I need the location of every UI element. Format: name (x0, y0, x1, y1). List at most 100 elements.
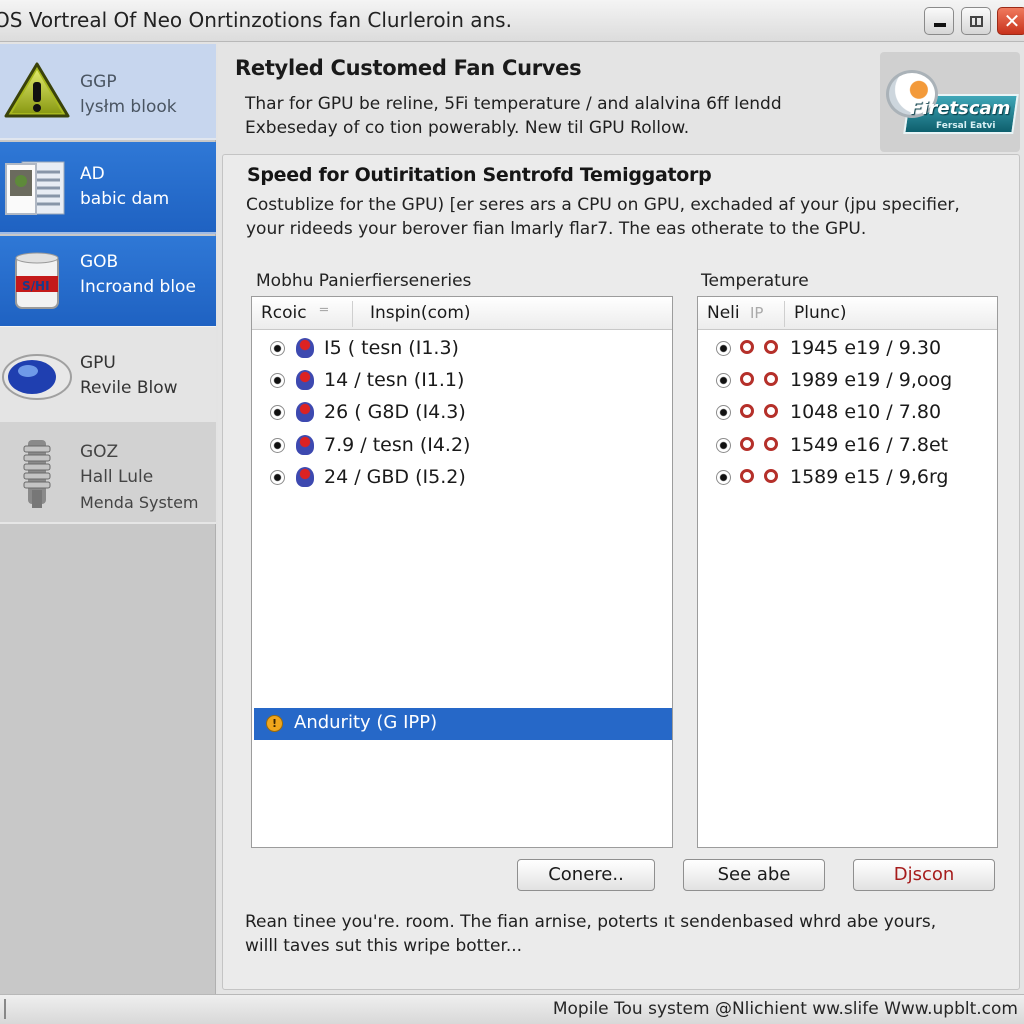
minimize-button[interactable] (924, 7, 954, 35)
list-item[interactable]: 1549 e16 / 7.8et (698, 430, 997, 460)
title-bar: OS Vortreal Of Neo Onrtinzotions fan Clu… (0, 0, 1024, 42)
maximize-icon (970, 16, 983, 27)
list-item[interactable]: 1048 e10 / 7.80 (698, 397, 997, 427)
disconnect-button[interactable]: Djscon (853, 859, 995, 891)
sidebar-item-line2: lysłm blook (80, 97, 177, 117)
sidebar-item-gpu[interactable]: GPU Revile Blow (0, 326, 216, 422)
radio-button[interactable] (270, 470, 285, 485)
radio-button[interactable] (270, 405, 285, 420)
list-item-text: I5 ( tesn (I1.3) (324, 337, 459, 359)
sidebar-item-ad[interactable]: AD babic dam (0, 142, 216, 234)
see-above-button[interactable]: See abe (683, 859, 825, 891)
sidebar-item-line3: Menda System (80, 493, 199, 512)
list-item[interactable]: 1989 e19 / 9,oog (698, 365, 997, 395)
sensor-ring-icon (764, 372, 778, 386)
sidebar-item-ggp[interactable]: GGP lysłm blook (0, 44, 216, 140)
close-button[interactable]: ✕ (997, 7, 1024, 35)
list-item[interactable]: 24 / GBD (I5.2) (252, 462, 672, 492)
sidebar-item-line2: babic dam (80, 189, 170, 209)
heatsink-icon (23, 440, 51, 508)
sensor-ring-icon (740, 372, 754, 386)
list-item[interactable]: 7.9 / tesn (I4.2) (252, 430, 672, 460)
radio-button[interactable] (716, 341, 731, 356)
column-separator[interactable] (352, 301, 353, 327)
settings-panel: Speed for Outiritation Sentrofd Temiggat… (222, 154, 1020, 990)
list-item[interactable]: I5 ( tesn (I1.3) (252, 333, 672, 363)
column-header[interactable]: Rcoic (261, 303, 307, 323)
temperature-label: Temperature (701, 271, 809, 291)
fan-series-label: Mobhu Panierfierseneries (256, 271, 472, 291)
sensor-ring-icon (740, 437, 754, 451)
highlighted-list-item[interactable]: ! Andurity (G IPP) (254, 708, 672, 740)
list-item-text: 1589 e15 / 9,6rg (790, 466, 949, 488)
sensor-ring-icon (764, 404, 778, 418)
logo-subtitle: Fersal Eatvi (936, 121, 996, 131)
sensor-ring-icon (764, 469, 778, 483)
list-item[interactable]: 1945 e19 / 9.30 (698, 333, 997, 363)
continue-button[interactable]: Conere.. (517, 859, 655, 891)
column-header[interactable]: Neli (707, 303, 740, 323)
page-title: Retyled Customed Fan Curves (235, 56, 582, 80)
app-window: OS Vortreal Of Neo Onrtinzotions fan Clu… (0, 0, 1024, 1024)
status-bar: Mopile Tou system @Nlichient ww.slife Ww… (0, 994, 1024, 1024)
radio-button[interactable] (716, 470, 731, 485)
warning-icon: ! (266, 715, 283, 732)
sidebar-item-line1: GOZ (80, 442, 119, 462)
fan-series-list[interactable]: Rcoic ═ Inspin(com) I5 ( tesn (I1.3) 14 … (251, 296, 673, 848)
sidebar-item-line2: Hall Lule (80, 467, 154, 487)
sensor-ring-icon (740, 340, 754, 354)
paint-can-icon: S/HI (15, 252, 59, 309)
list-header: Rcoic ═ Inspin(com) (252, 297, 672, 330)
temperature-list[interactable]: Neli IP Plunc) 1945 e19 / 9.30 1989 e19 … (697, 296, 998, 848)
list-item[interactable]: 14 / tesn (I1.1) (252, 365, 672, 395)
warning-icon (4, 62, 70, 118)
column-header[interactable]: Inspin(com) (370, 303, 471, 323)
sidebar-item-goz[interactable]: GOZ Hall Lule Menda System (0, 422, 216, 524)
status-text: Mopile Tou system @Nlichient ww.slife Ww… (552, 999, 1018, 1019)
radio-button[interactable] (716, 373, 731, 388)
radio-button[interactable] (716, 405, 731, 420)
sidebar-item-line2: Revile Blow (80, 378, 178, 398)
sort-icon: ═ (320, 303, 328, 318)
maximize-button[interactable] (961, 7, 991, 35)
fan-icon (296, 402, 314, 422)
radio-button[interactable] (716, 438, 731, 453)
fan-icon (296, 435, 314, 455)
sidebar-item-line1: GPU (80, 353, 116, 373)
list-item-text: 14 / tesn (I1.1) (324, 369, 465, 391)
list-item[interactable]: 26 ( G8D (I4.3) (252, 397, 672, 427)
radio-button[interactable] (270, 341, 285, 356)
sidebar-item-line2: Incroand bloe (80, 277, 196, 297)
page-description-line2: Exbeseday of co tion powerably. New til … (245, 118, 690, 138)
list-item-text: 1549 e16 / 7.8et (790, 434, 949, 456)
column-header[interactable]: Plunc) (794, 303, 847, 323)
window-title: OS Vortreal Of Neo Onrtinzotions fan Clu… (0, 8, 512, 32)
minimize-icon (934, 23, 946, 27)
panel-footer-text: Rean tinee you're. room. The fian arnise… (245, 910, 936, 958)
fan-icon (296, 370, 314, 390)
list-item-text: 7.9 / tesn (I4.2) (324, 434, 471, 456)
panel-description-line1: Costublize for the GPU) [er seres ars a … (246, 195, 960, 215)
list-item[interactable]: 1589 e15 / 9,6rg (698, 462, 997, 492)
list-item-text: 1945 e19 / 9.30 (790, 337, 942, 359)
column-separator[interactable] (784, 301, 785, 327)
sensor-ring-icon (740, 404, 754, 418)
radio-button[interactable] (270, 373, 285, 388)
list-header: Neli IP Plunc) (698, 297, 997, 330)
panel-footer-line1: Rean tinee you're. room. The fian arnise… (245, 912, 937, 932)
list-item-text: 1048 e10 / 7.80 (790, 401, 942, 423)
resize-grip[interactable] (4, 999, 6, 1019)
panel-description-line2: your rideeds your berover fian lmarly fl… (246, 219, 867, 239)
sidebar: GGP lysłm blook AD babic dam S/HI GOB In… (0, 44, 216, 994)
sidebar-item-gob[interactable]: S/HI GOB Incroand bloe (0, 236, 216, 326)
sidebar-item-line1: GOB (80, 252, 119, 272)
list-item-text: 26 ( G8D (I4.3) (324, 401, 466, 423)
brand-logo: Firetscam Fersal Eatvi (880, 52, 1020, 152)
sensor-ring-icon (740, 469, 754, 483)
sensor-ring-icon (764, 340, 778, 354)
main-content: Retyled Customed Fan Curves Thar for GPU… (218, 44, 1024, 994)
globe-disc-icon (2, 354, 72, 400)
list-item-text: 1989 e19 / 9,oog (790, 369, 953, 391)
radio-button[interactable] (270, 438, 285, 453)
close-icon: ✕ (1003, 9, 1021, 33)
